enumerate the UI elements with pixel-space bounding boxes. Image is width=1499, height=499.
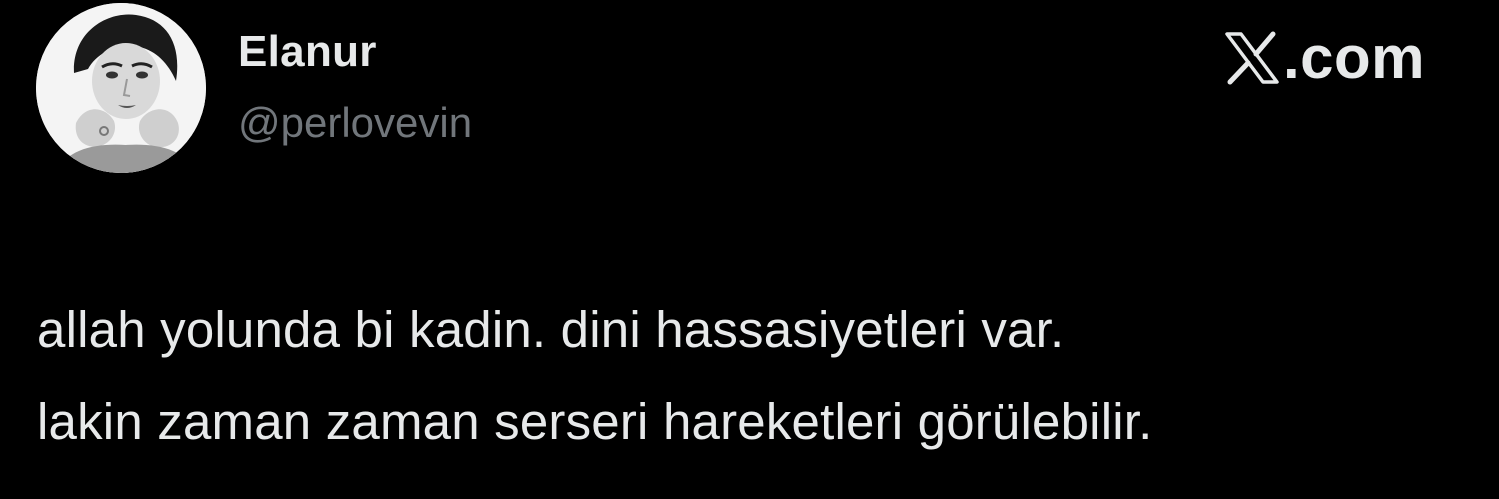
brand-watermark: .com <box>1223 28 1425 88</box>
x-logo-icon <box>1225 31 1279 85</box>
avatar-portrait-icon <box>36 3 206 173</box>
tweet-line: allah yolunda bi kadin. dini hassasiyetl… <box>37 301 1065 358</box>
tweet-text: allah yolunda bi kadin. dini hassasiyetl… <box>37 284 1477 468</box>
user-handle[interactable]: @perlovevin <box>238 102 472 144</box>
tweet-line: lakin zaman zaman serseri hareketleri gö… <box>37 393 1153 450</box>
avatar[interactable] <box>36 3 206 173</box>
brand-domain-label: .com <box>1282 24 1425 91</box>
tweet-card: Elanur @perlovevin .com allah yolunda bi… <box>0 0 1499 499</box>
display-name[interactable]: Elanur <box>238 30 377 74</box>
